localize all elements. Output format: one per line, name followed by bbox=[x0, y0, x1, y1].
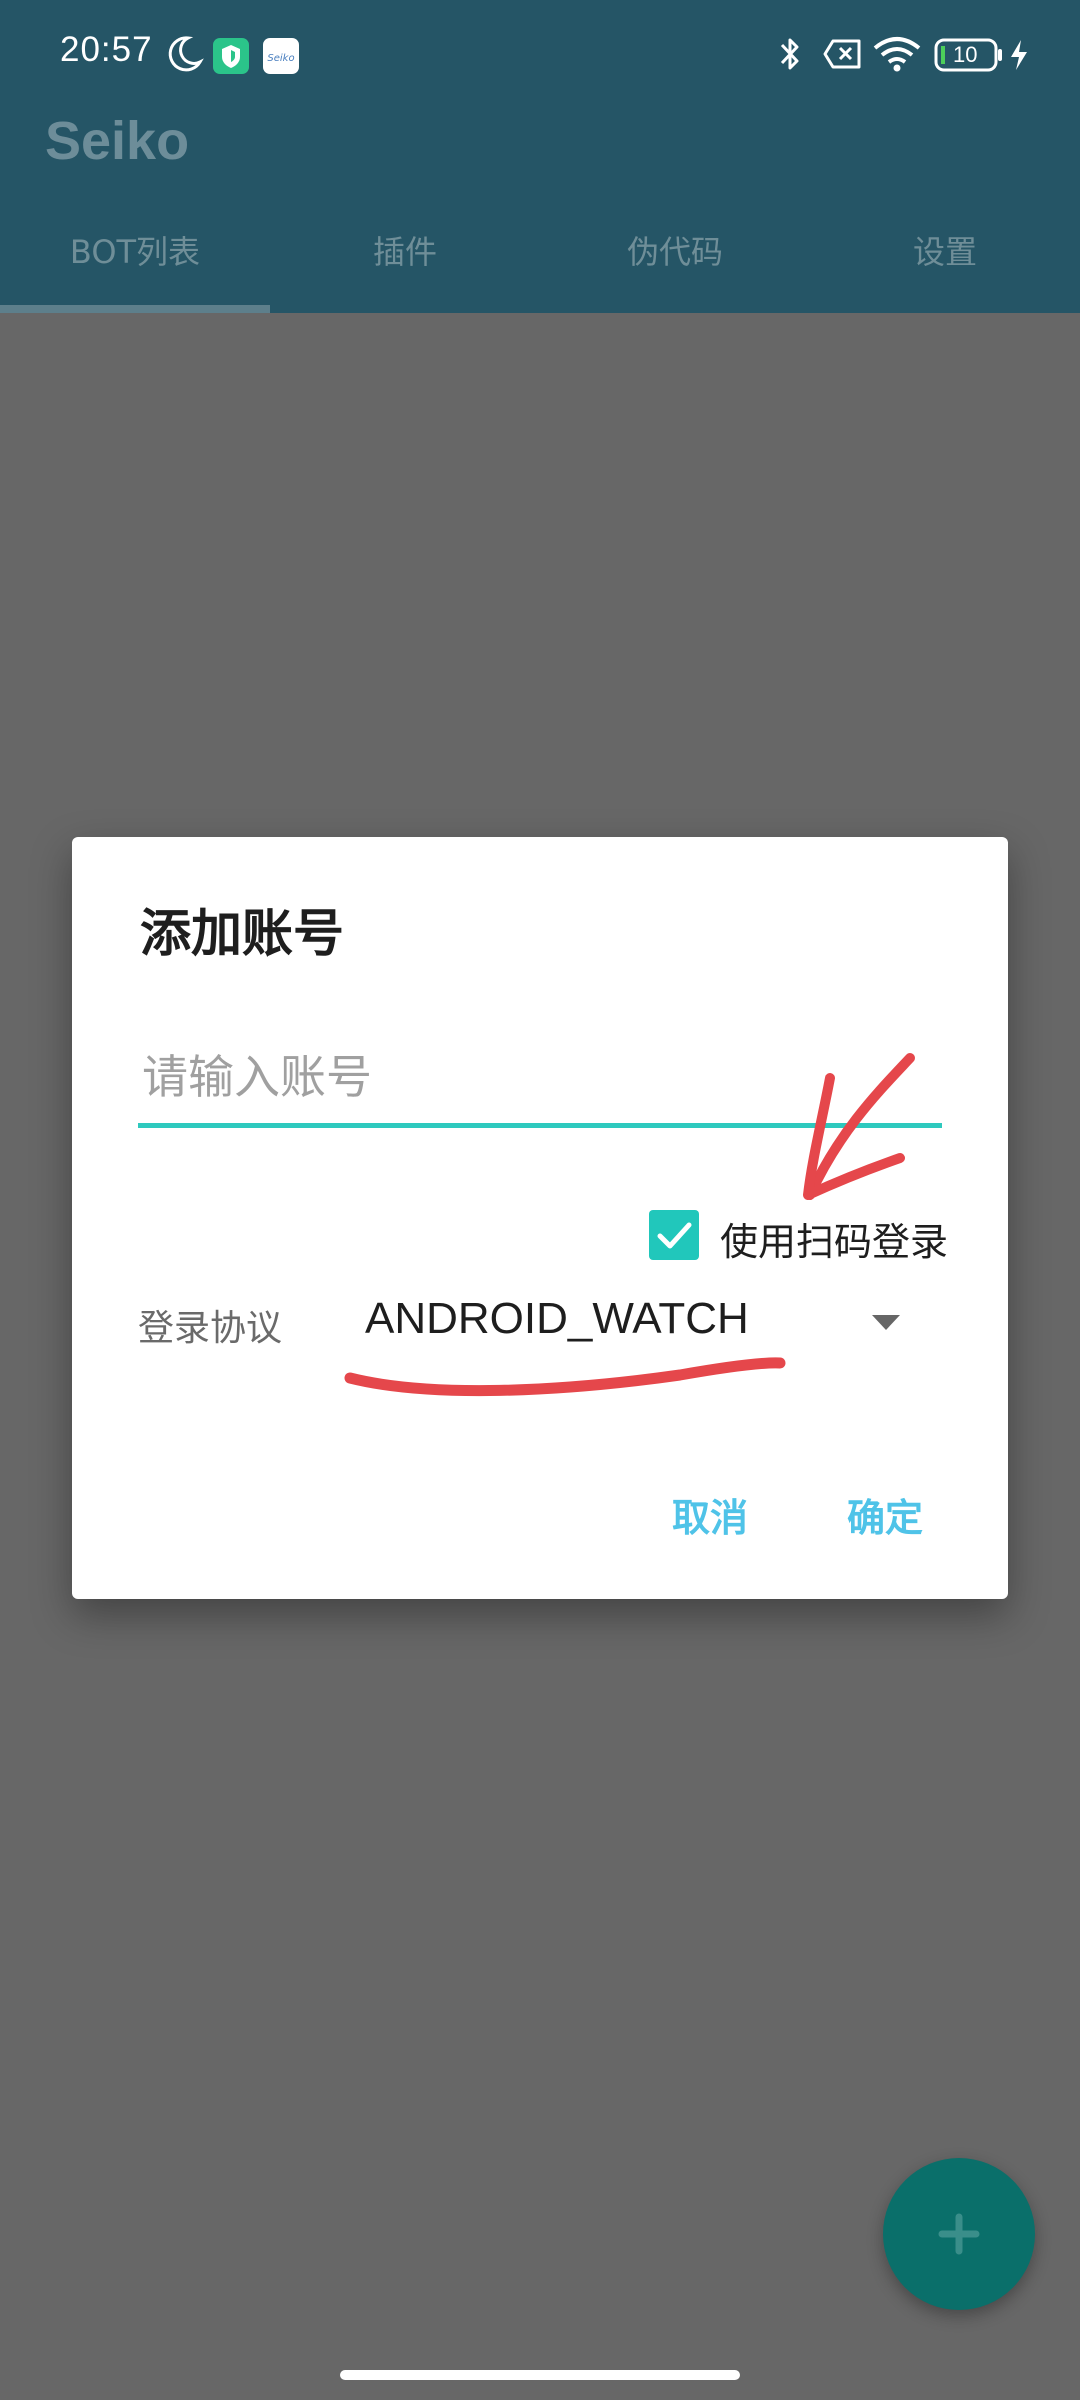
tab-indicator bbox=[0, 305, 270, 313]
protocol-label: 登录协议 bbox=[138, 1308, 283, 1349]
tab-bar: BOT列表 插件 伪代码 设置 bbox=[0, 215, 1080, 313]
protocol-select[interactable]: ANDROID_WATCH bbox=[365, 1294, 749, 1344]
add-bot-fab[interactable] bbox=[883, 2158, 1035, 2310]
charging-icon bbox=[1008, 38, 1030, 76]
app-bar: 20:57 Seiko 10 Seiko BOT列表 插件 伪代码 设置 bbox=[0, 0, 1080, 313]
home-indicator[interactable] bbox=[340, 2370, 740, 2380]
dropdown-arrow-icon[interactable] bbox=[872, 1315, 900, 1330]
no-sim-icon bbox=[822, 38, 862, 74]
status-time: 20:57 bbox=[60, 30, 153, 69]
tab-settings[interactable]: 设置 bbox=[810, 215, 1080, 313]
qr-login-checkbox[interactable] bbox=[649, 1210, 699, 1260]
bluetooth-icon bbox=[775, 34, 805, 78]
confirm-button[interactable]: 确定 bbox=[847, 1487, 923, 1542]
shield-app-icon bbox=[213, 38, 249, 78]
tab-bot-list[interactable]: BOT列表 bbox=[0, 215, 270, 313]
battery-level: 10 bbox=[953, 42, 978, 67]
svg-text:Seiko: Seiko bbox=[267, 53, 294, 64]
account-input[interactable] bbox=[138, 1037, 942, 1117]
tab-plugins[interactable]: 插件 bbox=[270, 215, 540, 313]
app-title: Seiko bbox=[45, 111, 190, 171]
check-icon bbox=[657, 1222, 692, 1249]
input-underline bbox=[138, 1123, 942, 1128]
cancel-button[interactable]: 取消 bbox=[672, 1487, 748, 1542]
status-bar: 20:57 Seiko 10 bbox=[0, 0, 1080, 110]
wifi-icon bbox=[873, 36, 921, 76]
seiko-app-icon: Seiko bbox=[263, 38, 299, 78]
dialog-title: 添加账号 bbox=[140, 905, 345, 964]
qr-login-label[interactable]: 使用扫码登录 bbox=[720, 1211, 948, 1266]
add-account-dialog: 添加账号 使用扫码登录 登录协议 ANDROID_WATCH 取消 确定 bbox=[72, 837, 1008, 1599]
moon-icon bbox=[164, 34, 204, 78]
plus-icon bbox=[938, 2213, 980, 2255]
tab-pseudocode[interactable]: 伪代码 bbox=[540, 215, 810, 313]
